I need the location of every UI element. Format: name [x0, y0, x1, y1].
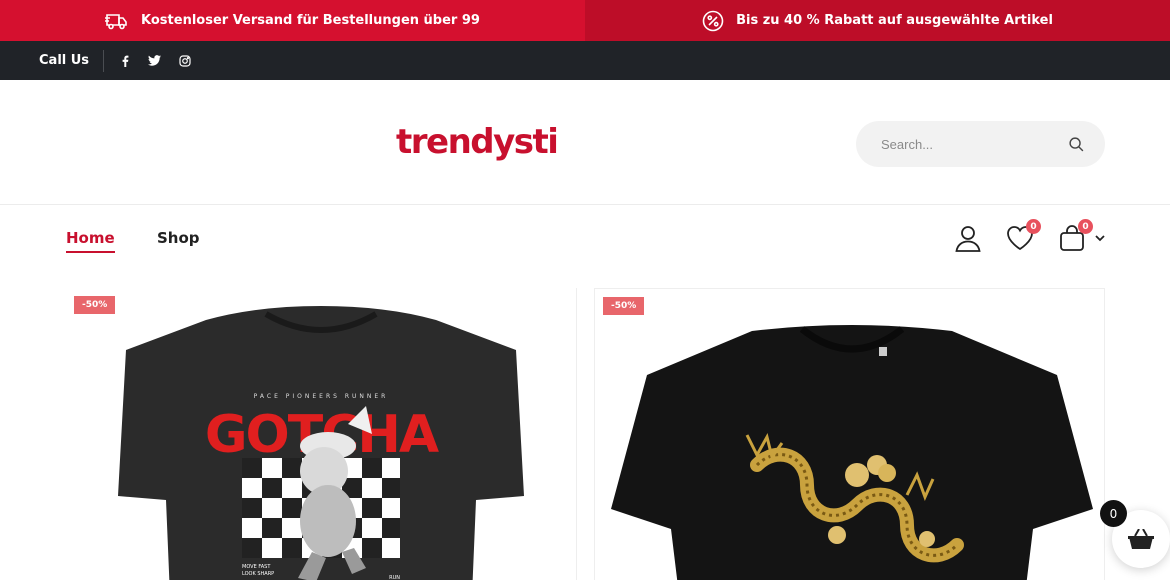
- call-us-link[interactable]: Call Us: [39, 49, 105, 72]
- twitter-icon[interactable]: [148, 55, 162, 66]
- search-bar: [856, 121, 1105, 167]
- promo-shipping-text: Kostenloser Versand für Bestellungen übe…: [141, 13, 480, 28]
- user-icon: [955, 226, 981, 252]
- sale-badge: -50%: [603, 297, 645, 315]
- promo-shipping: Kostenloser Versand für Bestellungen übe…: [0, 0, 585, 41]
- svg-text:RUN: RUN: [389, 575, 400, 580]
- promo-discount-text: Bis zu 40 % Rabatt auf ausgewählte Artik…: [736, 13, 1053, 28]
- instagram-icon[interactable]: [179, 54, 191, 67]
- grid-divider: [576, 288, 577, 580]
- main-nav: Home Shop 0 0: [0, 205, 1170, 273]
- site-logo[interactable]: trendysti: [396, 122, 559, 162]
- svg-text:PACE PIONEERS RUNNER: PACE PIONEERS RUNNER: [254, 393, 389, 400]
- facebook-icon[interactable]: [120, 55, 130, 67]
- basket-icon: [1128, 529, 1154, 549]
- promo-discount: Bis zu 40 % Rabatt auf ausgewählte Artik…: [585, 0, 1170, 41]
- top-bar: Call Us: [0, 41, 1170, 80]
- nav-shop[interactable]: Shop: [157, 229, 200, 247]
- svg-text:LOOK SHARP: LOOK SHARP: [242, 571, 274, 577]
- promo-bar: Kostenloser Versand für Bestellungen übe…: [0, 0, 1170, 41]
- truck-icon: [105, 13, 127, 29]
- search-input[interactable]: [881, 136, 1068, 152]
- account-button[interactable]: [953, 223, 983, 253]
- product-image[interactable]: PACE PIONEERS RUNNER GOTCHA MOVE FAST LO…: [116, 306, 526, 580]
- cart-button[interactable]: 0: [1057, 219, 1093, 253]
- search-icon[interactable]: [1068, 136, 1085, 153]
- product-card[interactable]: -50%: [594, 288, 1105, 580]
- wishlist-count-badge: 0: [1026, 219, 1041, 234]
- percent-icon: [702, 10, 724, 31]
- product-image[interactable]: [607, 325, 1097, 580]
- product-card[interactable]: PACE PIONEERS RUNNER GOTCHA MOVE FAST LO…: [66, 288, 576, 580]
- product-grid: PACE PIONEERS RUNNER GOTCHA MOVE FAST LO…: [0, 288, 1170, 580]
- floating-cart-count: 0: [1100, 500, 1127, 527]
- svg-text:MOVE FAST: MOVE FAST: [242, 564, 271, 570]
- site-header: trendysti: [0, 80, 1170, 205]
- sale-badge: -50%: [74, 296, 116, 314]
- social-links: [120, 54, 191, 67]
- nav-home[interactable]: Home: [66, 229, 115, 253]
- wishlist-button[interactable]: 0: [1005, 219, 1041, 253]
- header-actions: 0 0: [953, 219, 1105, 253]
- chevron-down-icon[interactable]: [1095, 234, 1105, 242]
- cart-count-badge: 0: [1078, 219, 1093, 234]
